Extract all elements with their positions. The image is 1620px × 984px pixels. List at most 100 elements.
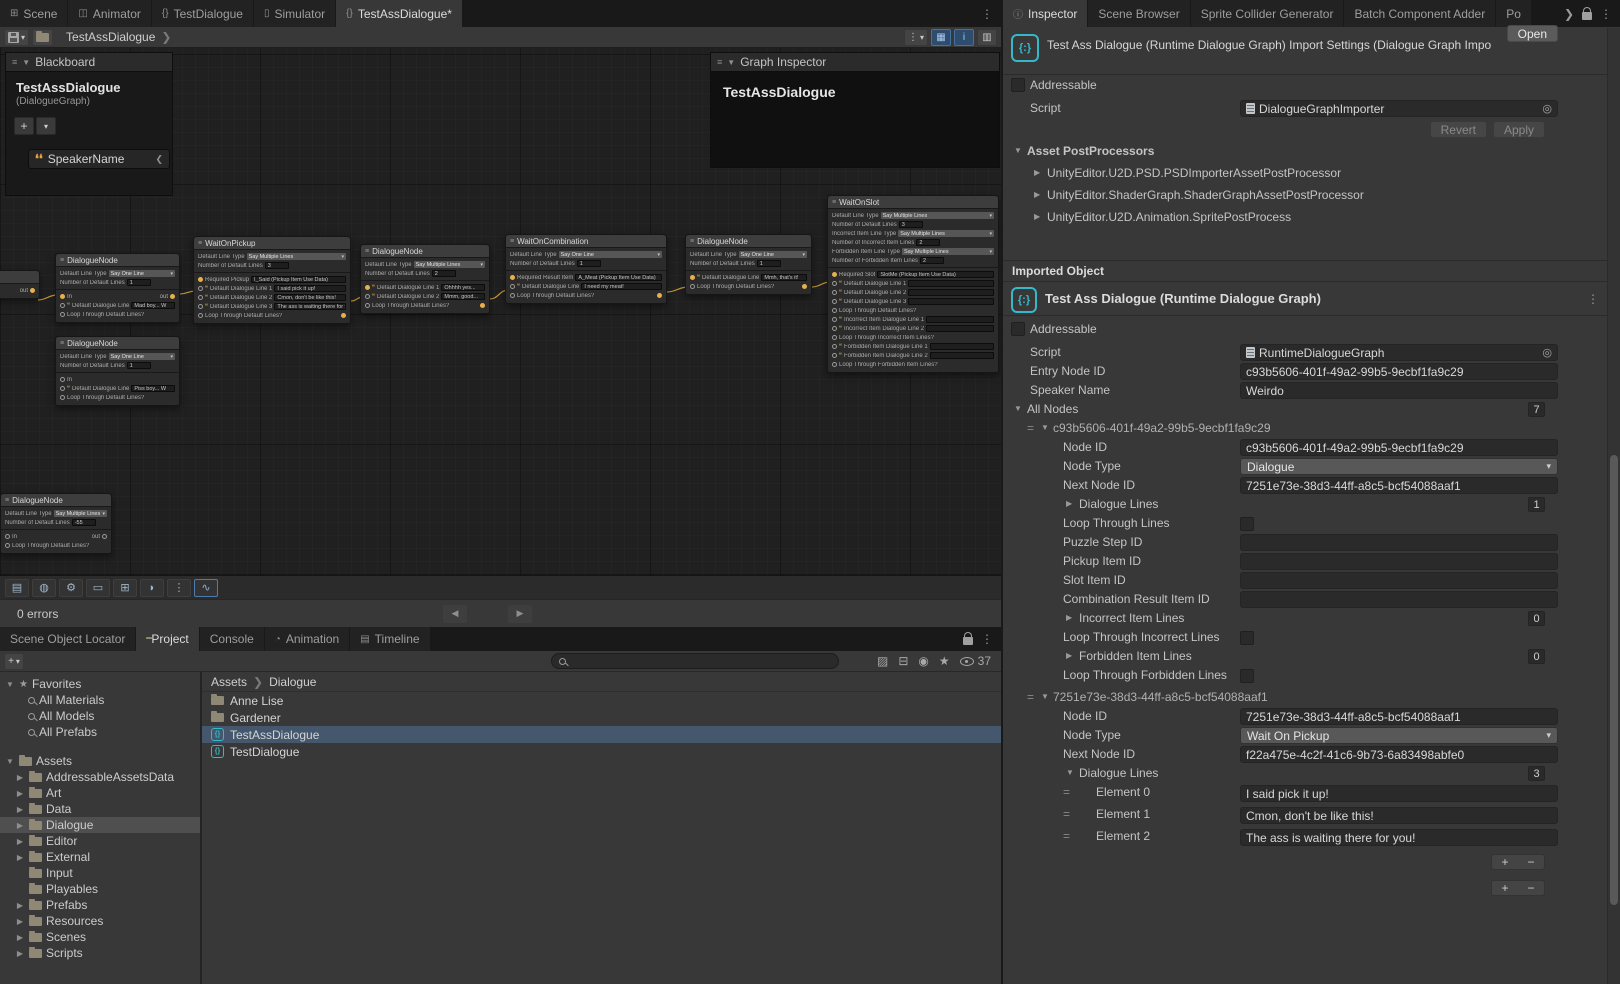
open-folder-button[interactable] <box>32 29 53 46</box>
output-port[interactable] <box>30 288 35 293</box>
add-property-button[interactable]: + <box>14 117 34 135</box>
foldout-icon[interactable]: ▶ <box>15 837 25 846</box>
preview-packages-icon[interactable]: ▨ <box>877 654 888 668</box>
asset-postprocessors-foldout[interactable]: ▼Asset PostProcessors <box>1003 142 1607 164</box>
tab-testassdialogue[interactable]: {}TestAssDialogue* <box>336 0 463 27</box>
port[interactable] <box>60 312 65 317</box>
tab-timeline[interactable]: ▤Timeline <box>350 627 430 651</box>
line-type-dropdown[interactable]: Say Multiple Lines▾ <box>881 212 994 219</box>
live-link-button[interactable]: ∿ <box>194 579 218 597</box>
drag-handle-icon[interactable]: = <box>1027 421 1034 435</box>
num-lines-field[interactable]: 3 <box>899 221 923 228</box>
port[interactable] <box>832 317 837 322</box>
port[interactable] <box>832 308 837 313</box>
loop-through-forbidden-checkbox[interactable] <box>1240 669 1254 683</box>
element-text-field[interactable]: Cmon, don't be like this! <box>1240 807 1558 824</box>
chevron-down-icon[interactable]: ▼ <box>727 58 735 67</box>
dialogue-line-field[interactable]: I said pick it up! <box>274 285 346 292</box>
output-port[interactable] <box>341 313 346 318</box>
node-dialogue-1[interactable]: ≡DialogueNode Default Line TypeSay One L… <box>55 253 180 323</box>
drag-handle-icon[interactable]: = <box>1063 785 1070 799</box>
tab-animator[interactable]: ◫Animator <box>68 0 151 27</box>
incorrect-item-lines-foldout[interactable]: ▶Incorrect Item Lines0 <box>1003 609 1607 628</box>
graph-inspector-header[interactable]: ≡▼Graph Inspector <box>711 53 999 72</box>
required-pickup-field[interactable]: I_Said (Pickup Item Use Data) <box>251 276 346 283</box>
line-type-dropdown[interactable]: Say One Line▾ <box>739 251 807 258</box>
project-file-list[interactable]: Assets ❯ Dialogue Anne Lise Gardener {}T… <box>202 672 1001 984</box>
drag-handle-icon[interactable]: = <box>1063 829 1070 843</box>
line-type-dropdown[interactable]: Say Multiple Lines▾ <box>247 253 346 260</box>
tree-item-dialogue[interactable]: ▶Dialogue <box>0 817 200 833</box>
num-lines-field[interactable]: 2 <box>920 257 944 264</box>
input-port[interactable] <box>690 275 695 280</box>
open-button[interactable]: Open <box>1507 25 1558 42</box>
node-dialogue-4[interactable]: ≡DialogueNode Default Line TypeSay One L… <box>685 234 812 295</box>
slot-item-id-field[interactable] <box>1240 572 1558 589</box>
info-toggle-button[interactable]: i <box>954 29 974 46</box>
port[interactable] <box>832 281 837 286</box>
tree-item-playables[interactable]: Playables <box>0 881 200 897</box>
node-entry-foldout[interactable]: =▼7251e73e-38d3-44ff-a8c5-bcf54088aaf1 <box>1003 688 1607 707</box>
lock-icon[interactable] <box>1582 12 1592 20</box>
line-type-dropdown[interactable]: Say Multiple Lines▾ <box>898 230 994 237</box>
node-id-field[interactable]: 7251e73e-38d3-44ff-a8c5-bcf54088aaf1 <box>1240 708 1558 725</box>
graph-inspector-panel[interactable]: ≡▼Graph Inspector TestAssDialogue <box>710 52 1000 168</box>
array-size-field[interactable]: 0 <box>1528 649 1545 664</box>
dialogue-line-field[interactable]: The ass is waiting there for you! <box>274 303 346 310</box>
port[interactable] <box>832 344 837 349</box>
port[interactable] <box>60 386 65 391</box>
port[interactable] <box>832 335 837 340</box>
chevron-right-icon[interactable]: ❯ <box>1564 7 1574 21</box>
node-start[interactable]: ≡rtNode out <box>0 270 40 299</box>
drag-handle-icon[interactable]: = <box>1027 690 1034 704</box>
tree-item-assets[interactable]: ▼Assets <box>0 753 200 769</box>
tree-item-all-materials[interactable]: All Materials <box>0 692 200 708</box>
output-port[interactable] <box>170 294 175 299</box>
drag-handle-icon[interactable]: = <box>1063 807 1070 821</box>
graph-canvas[interactable]: ≡rtNode out ≡DialogueNode Default Line T… <box>0 48 1001 575</box>
node-type-dropdown[interactable]: Wait On Pickup▾ <box>1240 727 1558 744</box>
alert-icon[interactable]: ◉ <box>918 654 928 668</box>
toolbar-menu-button[interactable]: ⋮▾ <box>904 29 928 46</box>
line-type-dropdown[interactable]: Say Multiple Lines▾ <box>414 261 485 268</box>
element-text-field[interactable]: The ass is waiting there for you! <box>1240 829 1558 846</box>
num-lines-field[interactable]: 1 <box>577 260 601 267</box>
node-waitoncombination[interactable]: ≡WaitOnCombination Default Line TypeSay … <box>505 234 667 304</box>
node-dialogue-2[interactable]: ≡DialogueNode Default Line TypeSay One L… <box>55 336 180 406</box>
lock-icon[interactable] <box>963 637 973 645</box>
kebab-menu-icon[interactable]: ⋮ <box>1587 292 1599 306</box>
node-waitonpickup[interactable]: ≡WaitOnPickup Default Line TypeSay Multi… <box>193 236 351 324</box>
num-lines-field[interactable]: 2 <box>432 270 456 277</box>
postprocessor-row[interactable]: ▶UnityEditor.ShaderGraph.ShaderGraphAsse… <box>1003 186 1607 208</box>
next-error-button[interactable]: ▶ <box>508 605 532 623</box>
tree-item-all-prefabs[interactable]: All Prefabs <box>0 724 200 740</box>
favorite-star-icon[interactable]: ★ <box>939 654 950 668</box>
tree-item-art[interactable]: ▶Art <box>0 785 200 801</box>
dialogue-line-field[interactable] <box>930 343 994 350</box>
addressable-checkbox[interactable] <box>1011 78 1025 92</box>
line-type-dropdown[interactable]: Say Multiple Lines▾ <box>54 510 107 517</box>
port[interactable] <box>832 290 837 295</box>
input-port[interactable] <box>60 377 65 382</box>
dialogue-lines-foldout[interactable]: ▶Dialogue Lines1 <box>1003 495 1607 514</box>
tab-batch-component-adder[interactable]: Batch Component Adder <box>1344 0 1496 27</box>
array-size-field[interactable]: 3 <box>1528 766 1545 781</box>
port[interactable] <box>198 286 203 291</box>
puzzle-step-id-field[interactable] <box>1240 534 1558 551</box>
add-node-button[interactable]: + <box>1492 881 1518 895</box>
info-button[interactable]: ◍ <box>32 579 56 597</box>
tree-item-all-models[interactable]: All Models <box>0 708 200 724</box>
save-button[interactable]: ▾ <box>4 29 29 46</box>
entry-node-id-field[interactable]: c93b5606-401f-49a2-99b5-9ecbf1fa9c29 <box>1240 363 1558 380</box>
window-button[interactable]: ▭ <box>86 579 110 597</box>
required-slot-field[interactable]: SlotMe (Pickup Item Use Data) <box>877 271 994 278</box>
dialogue-line-field[interactable]: Mmh, that's it! <box>761 274 807 281</box>
blackboard-property-speakername[interactable]: ❛❛ SpeakerName ❮ <box>28 149 170 169</box>
object-picker-icon[interactable]: ◎ <box>1542 102 1552 115</box>
input-port[interactable] <box>832 272 837 277</box>
tree-item-prefabs[interactable]: ▶Prefabs <box>0 897 200 913</box>
foldout-icon[interactable]: ▼ <box>5 757 15 766</box>
output-port[interactable] <box>102 534 107 539</box>
node-dialogue-5[interactable]: ≡DialogueNode Default Line TypeSay Multi… <box>0 493 112 554</box>
port[interactable] <box>5 543 10 548</box>
